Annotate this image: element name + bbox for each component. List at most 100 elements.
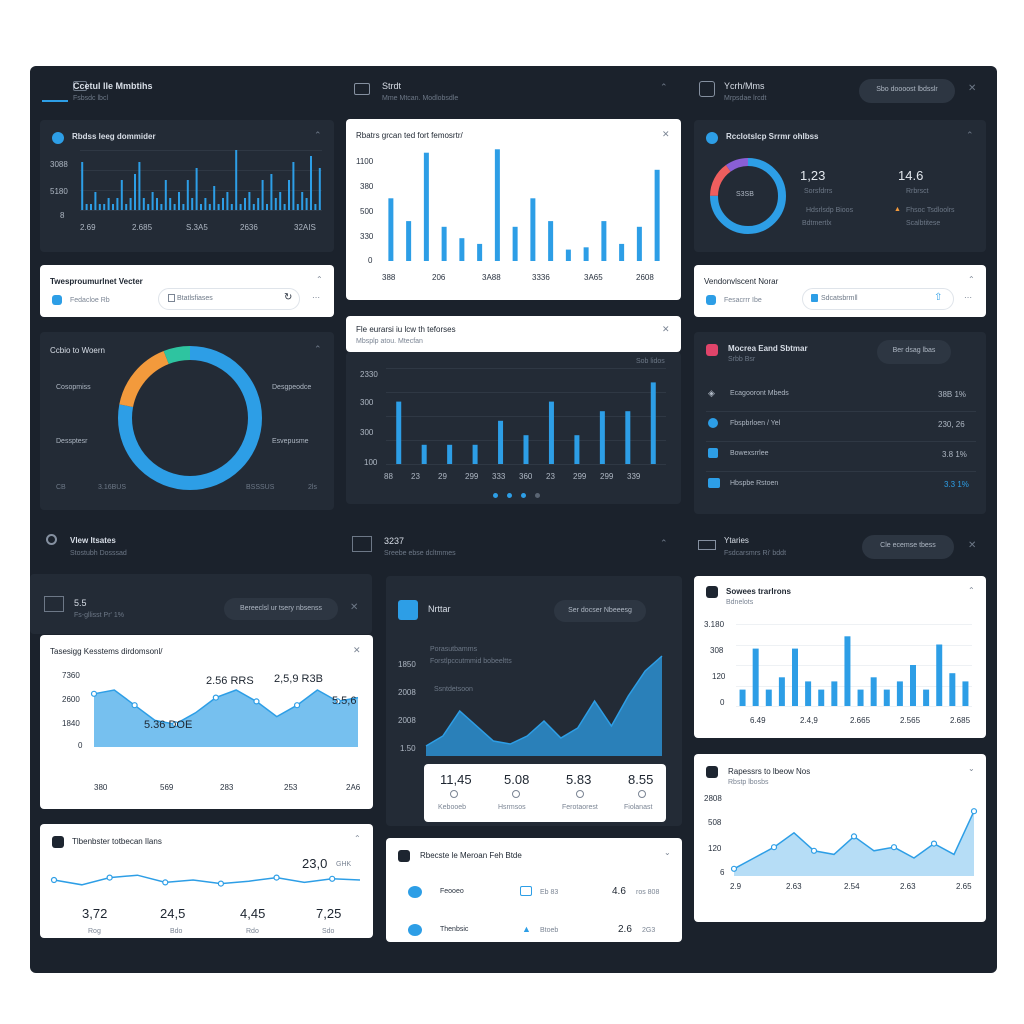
callout-label: 2.56 RRS (206, 675, 254, 687)
bar (305, 198, 308, 210)
stat-label: Sdo (322, 928, 335, 935)
chevron-up-icon[interactable]: ⌃ (660, 538, 668, 549)
legend-label: Desgpeodce (272, 384, 312, 391)
pagination-dots[interactable] (493, 493, 543, 499)
x-tick: 333 (492, 472, 506, 481)
collapse-icon[interactable]: ⌃ (314, 130, 322, 141)
bar (191, 198, 194, 210)
chevron-up-icon[interactable]: ⌃ (316, 275, 323, 284)
x-tick: 3A65 (584, 273, 603, 282)
stat-label: Fiolanast (624, 804, 653, 811)
refresh-icon[interactable]: ↻ (284, 292, 292, 303)
chevron-up-icon[interactable]: ⌃ (354, 834, 361, 843)
x-tick: 2.685 (950, 716, 971, 725)
y-tick: 7360 (62, 671, 80, 680)
panel-bars-mid-header: Fle eurarsi iu lcw th teforses Mbsplp at… (346, 316, 681, 352)
collapse-icon[interactable]: ⌃ (314, 344, 322, 355)
app-icon (706, 586, 718, 598)
list-item-label: Thenbsic (440, 926, 469, 933)
x-tick: 569 (160, 783, 174, 792)
section-title: 3237 (384, 536, 405, 546)
list-item[interactable]: Hbspbe Rstoen 3.3 1% (706, 476, 976, 502)
sparkline-chart (50, 874, 361, 887)
bar (599, 411, 605, 464)
bar (818, 689, 825, 706)
close-icon[interactable]: ✕ (662, 324, 670, 335)
header-title: Strdt (382, 81, 402, 91)
bar (619, 243, 625, 261)
more-icon[interactable]: ⋯ (312, 293, 320, 302)
x-tick: 2.63 (786, 882, 802, 891)
section-action-button[interactable]: Cle ecemse tbess (862, 535, 954, 559)
list-item-note: ros 808 (636, 889, 660, 896)
list-item-label: Fbspbrloen / Yel (730, 420, 781, 427)
list-item[interactable]: Fbspbrloen / Yel 230, 26 (706, 416, 976, 442)
bar (778, 677, 785, 706)
bar (565, 249, 571, 261)
list-item[interactable]: Thenbsic ▲ Btoeb 2.6 2G3 (398, 922, 672, 942)
toolbar-title: 5.5 (74, 598, 87, 608)
panel-action-button[interactable]: Ber dsag lbas (877, 340, 951, 364)
bar (314, 204, 317, 210)
stat-icon (450, 790, 458, 798)
data-point (162, 879, 169, 886)
panel-bars-small: Rbdss leeg dommider ⌃ 3088 5180 8 2.69 2… (40, 120, 334, 252)
panel-input-left: Twesproumurlnet Vecter ⌃ Fedacloe Rb Bta… (40, 265, 334, 317)
chevron-up-icon[interactable]: ⌃ (660, 82, 668, 93)
page-dot[interactable] (507, 493, 512, 498)
stat-note: Scalbtitese (906, 220, 941, 227)
upload-icon[interactable]: ⇧ (934, 292, 942, 303)
section-subtitle: Stostubh Dosssad (70, 550, 127, 557)
header-col2: Strdt Mme Mtcan. Modlobsdle ⌃ (352, 78, 672, 108)
header-action-button[interactable]: Sbo doooost lbdsslr (859, 79, 955, 103)
search-input[interactable]: Sdcatsbrmll (802, 288, 954, 310)
panel-corner-label: Sob lidos (636, 358, 665, 365)
bar (169, 198, 172, 210)
cloud-icon (408, 924, 422, 936)
panel-input-right: Vendonvlscent Norar ⌃ Fesacrrr Ibe Sdcat… (694, 265, 986, 317)
bar (765, 689, 772, 706)
y-tick: 8 (60, 211, 65, 220)
bar (244, 198, 246, 210)
close-icon[interactable]: ✕ (968, 83, 976, 94)
tablet-icon (699, 81, 715, 97)
chevron-up-icon[interactable]: ⌃ (968, 586, 975, 595)
stat-label: Hsrmsos (498, 804, 526, 811)
close-icon[interactable]: ✕ (662, 129, 670, 140)
app-icon (398, 850, 410, 862)
x-tick: 2636 (240, 223, 258, 232)
close-icon[interactable]: ✕ (350, 602, 358, 613)
panel-area-chart: Tasesigg Kesstems dirdomsonl/ ✕ 7360 260… (40, 635, 373, 809)
more-icon[interactable]: ⋯ (964, 293, 972, 302)
panel-action-button[interactable]: Ser docser Nbeeesg (554, 600, 646, 622)
list-item[interactable]: Bowexsrrlee 3.8 1% (706, 446, 976, 472)
data-point (730, 865, 738, 872)
page-dot[interactable] (521, 493, 526, 498)
x-tick: 3336 (532, 273, 550, 282)
page-dot[interactable] (493, 493, 498, 498)
list-item-value: 3.3 1% (944, 480, 969, 489)
bar (283, 204, 286, 210)
panel-title: Rcclotslcp Srrmr ohlbss (726, 132, 819, 141)
collapse-icon[interactable]: ⌃ (966, 130, 974, 141)
chevron-up-icon[interactable]: ⌃ (968, 275, 975, 284)
bar (962, 681, 969, 706)
stat-value: 5.83 (566, 772, 592, 787)
y-tick: 1100 (356, 157, 374, 166)
list-item[interactable]: Feooeo Eb 83 4.6 ros 808 (398, 884, 672, 908)
stat-label: Ferotaorest (562, 804, 598, 811)
close-icon[interactable]: ✕ (968, 540, 976, 551)
stat-icon (512, 790, 520, 798)
bar (217, 204, 220, 210)
search-input[interactable]: Btatlsfiases (158, 288, 300, 310)
panel-title: Tlbenbster totbecan Ilans (72, 837, 162, 846)
y-tick: 0 (368, 256, 373, 265)
list-item[interactable]: ◈ Ecagooront Mbeds 38B 1% (706, 386, 976, 412)
chevron-down-icon[interactable]: ⌄ (664, 848, 671, 857)
page-dot[interactable] (535, 493, 540, 498)
close-icon[interactable]: ✕ (353, 645, 361, 656)
bar (548, 401, 554, 464)
chevron-down-icon[interactable]: ⌄ (968, 764, 975, 773)
data-point (217, 880, 225, 887)
toolbar-action-button[interactable]: Bereeclsl ur tsery nbsenss (224, 598, 338, 620)
